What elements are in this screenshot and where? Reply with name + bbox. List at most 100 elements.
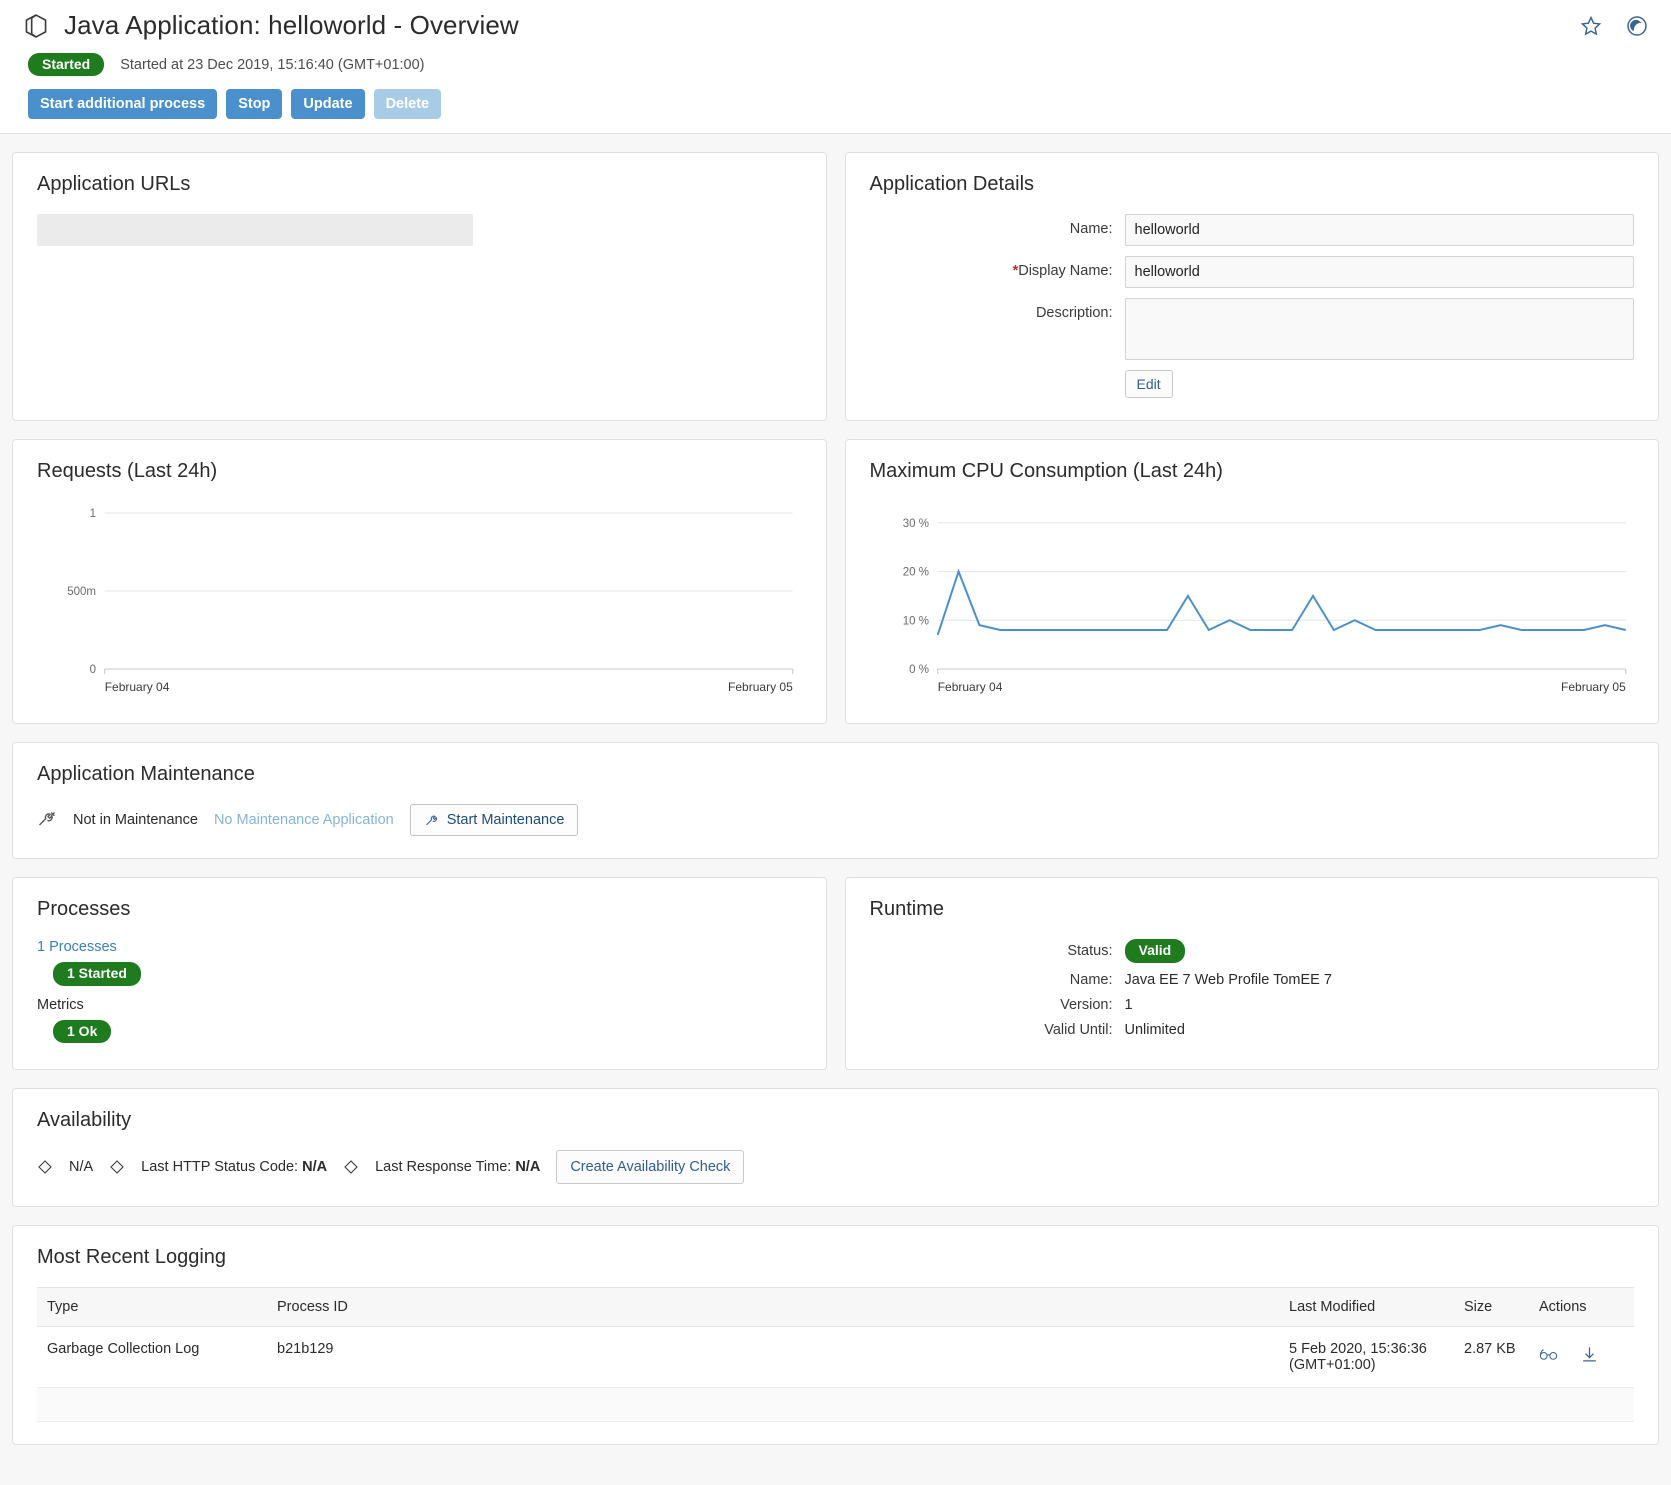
cell-actions bbox=[1529, 1326, 1634, 1387]
last-http-status-code: Last HTTP Status Code: N/A bbox=[141, 1159, 327, 1175]
processes-card: Processes 1 Processes 1 Started Metrics … bbox=[12, 877, 827, 1069]
application-urls-title: Application URLs bbox=[37, 173, 802, 196]
last-response-time-label: Last Response Time: bbox=[375, 1159, 511, 1175]
logging-header-row: Type Process ID Last Modified Size Actio… bbox=[37, 1287, 1634, 1326]
status-badge: Started bbox=[28, 53, 104, 76]
metrics-label: Metrics bbox=[37, 997, 802, 1013]
svg-text:10 %: 10 % bbox=[902, 616, 928, 628]
table-row[interactable]: Garbage Collection Log b21b129 5 Feb 202… bbox=[37, 1326, 1634, 1387]
application-maintenance-title: Application Maintenance bbox=[37, 763, 1634, 786]
maintenance-application-link[interactable]: No Maintenance Application bbox=[214, 812, 394, 828]
availability-title: Availability bbox=[37, 1109, 1634, 1132]
cpu-chart-svg: 0 %10 %20 %30 %February 04February 05 bbox=[870, 501, 1635, 701]
most-recent-logging-card: Most Recent Logging Type Process ID Last… bbox=[12, 1225, 1659, 1445]
display-name-label-text: Display Name: bbox=[1018, 263, 1112, 279]
requests-chart-card: Requests (Last 24h) 0500m1February 04Feb… bbox=[12, 439, 827, 724]
last-http-status-code-value: N/A bbox=[302, 1159, 327, 1175]
start-maintenance-button[interactable]: Start Maintenance bbox=[410, 804, 579, 836]
most-recent-logging-title: Most Recent Logging bbox=[37, 1246, 1634, 1269]
display-name-field[interactable] bbox=[1125, 256, 1635, 288]
row-action-icons bbox=[1539, 1341, 1624, 1364]
runtime-title: Runtime bbox=[870, 898, 1635, 921]
application-details-title: Application Details bbox=[870, 173, 1635, 196]
runtime-status-label: Status: bbox=[870, 943, 1125, 959]
logging-table: Type Process ID Last Modified Size Actio… bbox=[37, 1287, 1634, 1422]
processes-title: Processes bbox=[37, 898, 802, 921]
edit-spacer bbox=[870, 370, 1125, 398]
runtime-valid-until-row: Valid Until: Unlimited bbox=[870, 1022, 1635, 1038]
availability-card: Availability N/A Last HTTP Status Code: … bbox=[12, 1088, 1659, 1207]
update-button[interactable]: Update bbox=[291, 89, 364, 119]
view-icon[interactable] bbox=[1539, 1345, 1558, 1364]
wrench-icon bbox=[424, 813, 439, 828]
svg-text:0 %: 0 % bbox=[909, 664, 929, 676]
cell-type: Garbage Collection Log bbox=[37, 1326, 267, 1387]
column-header-type: Type bbox=[37, 1287, 267, 1326]
processes-started-badge: 1 Started bbox=[53, 962, 141, 985]
description-label: Description: bbox=[870, 298, 1125, 321]
stop-button[interactable]: Stop bbox=[226, 89, 282, 119]
runtime-status-badge: Valid bbox=[1125, 939, 1186, 962]
app-header: Java Application: helloworld - Overview … bbox=[0, 0, 1671, 134]
cpu-chart-title: Maximum CPU Consumption (Last 24h) bbox=[870, 460, 1635, 483]
svg-text:February 05: February 05 bbox=[728, 680, 793, 694]
title-row: Java Application: helloworld - Overview bbox=[22, 10, 1649, 41]
page-root: Java Application: helloworld - Overview … bbox=[0, 0, 1671, 1485]
name-row: Name: bbox=[870, 214, 1635, 246]
svg-text:February 04: February 04 bbox=[937, 680, 1002, 694]
availability-status: N/A bbox=[69, 1159, 93, 1175]
cpu-chart-area: 0 %10 %20 %30 %February 04February 05 bbox=[870, 501, 1635, 701]
name-label: Name: bbox=[870, 214, 1125, 237]
cell-process-id: b21b129 bbox=[267, 1326, 1279, 1387]
cell-size: 2.87 KB bbox=[1454, 1326, 1529, 1387]
table-footer-row bbox=[37, 1387, 1634, 1421]
star-icon[interactable] bbox=[1579, 14, 1603, 38]
charts-row: Requests (Last 24h) 0500m1February 04Feb… bbox=[0, 421, 1671, 724]
availability-row: N/A Last HTTP Status Code: N/A Last Resp… bbox=[37, 1150, 1634, 1184]
start-maintenance-label: Start Maintenance bbox=[447, 812, 565, 828]
application-maintenance-card: Application Maintenance Not in Maintenan… bbox=[12, 742, 1659, 859]
edit-button[interactable]: Edit bbox=[1125, 370, 1173, 398]
start-additional-process-button[interactable]: Start additional process bbox=[28, 89, 217, 119]
download-icon[interactable] bbox=[1580, 1345, 1599, 1364]
metrics-ok-badge: 1 Ok bbox=[53, 1020, 111, 1043]
globe-icon[interactable] bbox=[1625, 14, 1649, 38]
name-field[interactable] bbox=[1125, 214, 1635, 246]
runtime-name-value: Java EE 7 Web Profile TomEE 7 bbox=[1125, 972, 1332, 988]
column-header-actions: Actions bbox=[1529, 1287, 1634, 1326]
svg-text:20 %: 20 % bbox=[902, 567, 928, 579]
logging-table-body: Garbage Collection Log b21b129 5 Feb 202… bbox=[37, 1326, 1634, 1421]
application-details-card: Application Details Name: *Display Name:… bbox=[845, 152, 1660, 421]
display-name-label: *Display Name: bbox=[870, 256, 1125, 279]
urls-details-row: Application URLs Application Details Nam… bbox=[0, 134, 1671, 421]
runtime-card: Runtime Status: Valid Name: Java EE 7 We… bbox=[845, 877, 1660, 1069]
status-row: Started Started at 23 Dec 2019, 15:16:40… bbox=[22, 53, 1649, 76]
description-row: Description: bbox=[870, 298, 1635, 360]
diamond-icon bbox=[109, 1159, 125, 1175]
action-buttons: Start additional process Stop Update Del… bbox=[22, 89, 1649, 119]
runtime-version-row: Version: 1 bbox=[870, 997, 1635, 1013]
svg-text:1: 1 bbox=[90, 508, 96, 520]
processes-count-link[interactable]: 1 Processes bbox=[37, 939, 802, 955]
processes-runtime-row: Processes 1 Processes 1 Started Metrics … bbox=[0, 859, 1671, 1069]
diamond-icon bbox=[343, 1159, 359, 1175]
svg-text:February 04: February 04 bbox=[105, 680, 170, 694]
create-availability-check-button[interactable]: Create Availability Check bbox=[556, 1150, 744, 1184]
requests-chart-title: Requests (Last 24h) bbox=[37, 460, 802, 483]
runtime-valid-until-label: Valid Until: bbox=[870, 1022, 1125, 1038]
last-response-time-value: N/A bbox=[515, 1159, 540, 1175]
cell-last-modified: 5 Feb 2020, 15:36:36 (GMT+01:00) bbox=[1279, 1326, 1454, 1387]
description-field[interactable] bbox=[1125, 298, 1635, 360]
started-at-text: Started at 23 Dec 2019, 15:16:40 (GMT+01… bbox=[120, 57, 424, 73]
cpu-chart-card: Maximum CPU Consumption (Last 24h) 0 % 10… bbox=[845, 439, 1660, 724]
runtime-version-label: Version: bbox=[870, 997, 1125, 1013]
logging-table-head: Type Process ID Last Modified Size Actio… bbox=[37, 1287, 1634, 1326]
requests-chart-area: 0500m1February 04February 05 bbox=[37, 501, 802, 701]
diamond-icon bbox=[37, 1159, 53, 1175]
maintenance-row: Not in Maintenance No Maintenance Applic… bbox=[37, 804, 1634, 836]
last-http-status-code-label: Last HTTP Status Code: bbox=[141, 1159, 298, 1175]
runtime-version-value: 1 bbox=[1125, 997, 1133, 1013]
column-header-size: Size bbox=[1454, 1287, 1529, 1326]
svg-text:February 05: February 05 bbox=[1561, 680, 1626, 694]
runtime-valid-until-value: Unlimited bbox=[1125, 1022, 1185, 1038]
